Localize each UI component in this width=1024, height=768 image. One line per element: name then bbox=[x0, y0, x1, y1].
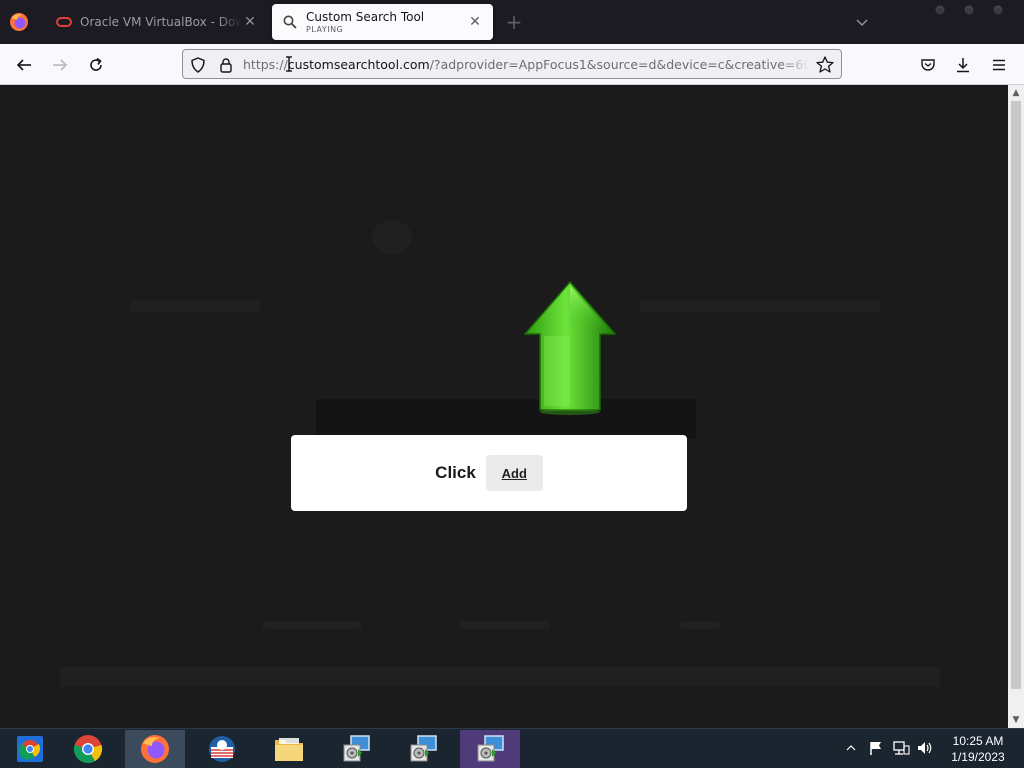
taskbar-chrome-icon[interactable] bbox=[0, 730, 60, 768]
back-button[interactable] bbox=[12, 53, 36, 77]
url-scheme: https:// bbox=[243, 57, 288, 72]
lock-icon[interactable] bbox=[217, 56, 235, 74]
background-text bbox=[130, 300, 260, 312]
url-text[interactable]: https://customsearchtool.com/?adprovider… bbox=[243, 56, 809, 74]
page-scrollbar[interactable]: ▲ ▼ bbox=[1008, 85, 1024, 728]
tracking-protection-shield-icon[interactable] bbox=[189, 56, 207, 74]
tab-title: Custom Search Tool bbox=[306, 10, 425, 24]
forward-arrow-icon bbox=[53, 59, 68, 71]
system-clock[interactable]: 10:25 AM 1/19/2023 bbox=[940, 733, 1016, 765]
tab-virtualbox[interactable]: Oracle VM VirtualBox - Downloads ✕ bbox=[46, 4, 268, 40]
scrollbar-thumb[interactable] bbox=[1011, 101, 1021, 689]
firefox-icon[interactable] bbox=[8, 11, 30, 33]
background-footer-text bbox=[60, 667, 940, 687]
downloads-button[interactable] bbox=[951, 53, 975, 77]
taskbar-outlook-icon[interactable] bbox=[192, 730, 252, 768]
pocket-icon bbox=[921, 59, 935, 71]
tab-custom-search-tool[interactable]: Custom Search Tool PLAYING ✕ bbox=[272, 4, 493, 40]
background-text bbox=[640, 300, 880, 312]
taskbar-installer-icon[interactable] bbox=[326, 730, 386, 768]
tab-strip: Oracle VM VirtualBox - Downloads ✕ Custo… bbox=[0, 0, 1024, 44]
background-logo bbox=[372, 220, 412, 254]
volume-icon[interactable] bbox=[914, 739, 936, 757]
windows-taskbar: 10:25 AM 1/19/2023 bbox=[0, 728, 1024, 768]
close-tab-icon[interactable]: ✕ bbox=[467, 14, 483, 30]
close-tab-icon[interactable]: ✕ bbox=[242, 14, 258, 30]
app-menu-button[interactable] bbox=[987, 53, 1011, 77]
forward-button[interactable] bbox=[48, 53, 72, 77]
back-arrow-icon bbox=[16, 59, 31, 71]
reload-button[interactable] bbox=[84, 53, 108, 77]
minimize-button[interactable] bbox=[935, 5, 945, 15]
reload-icon bbox=[90, 57, 102, 71]
chevron-down-icon[interactable] bbox=[852, 12, 872, 32]
show-hidden-icons-chevron-icon[interactable] bbox=[844, 739, 858, 757]
background-text bbox=[460, 621, 550, 629]
background-text bbox=[680, 621, 720, 629]
background-search-box bbox=[316, 399, 696, 439]
oracle-icon bbox=[56, 14, 72, 30]
green-up-arrow-icon bbox=[518, 280, 622, 420]
url-path: /?adprovider=AppFocus1&source=d&device=c… bbox=[429, 57, 809, 72]
address-bar[interactable]: https://customsearchtool.com/?adprovider… bbox=[182, 49, 842, 79]
new-tab-button[interactable]: + bbox=[504, 12, 524, 32]
pocket-button[interactable] bbox=[916, 53, 940, 77]
text-cursor-icon bbox=[285, 55, 293, 73]
scroll-down-icon[interactable]: ▼ bbox=[1008, 712, 1024, 728]
page-content-overlay: Click Add bbox=[0, 85, 1008, 728]
search-icon bbox=[282, 14, 298, 30]
maximize-button[interactable] bbox=[964, 5, 974, 15]
tab-audio-status: PLAYING bbox=[306, 25, 344, 34]
background-text bbox=[262, 621, 362, 629]
scroll-up-icon[interactable]: ▲ bbox=[1008, 85, 1024, 101]
network-icon[interactable] bbox=[890, 739, 912, 757]
taskbar-file-explorer-icon[interactable] bbox=[259, 730, 319, 768]
clock-date: 1/19/2023 bbox=[951, 750, 1005, 764]
close-window-button[interactable] bbox=[993, 5, 1003, 15]
hamburger-menu-icon bbox=[993, 59, 1005, 71]
taskbar-chrome-icon[interactable] bbox=[58, 730, 118, 768]
add-button[interactable]: Add bbox=[485, 455, 543, 491]
taskbar-firefox-icon[interactable] bbox=[125, 730, 185, 768]
navigation-toolbar: https://customsearchtool.com/?adprovider… bbox=[0, 44, 1024, 85]
tab-title: Oracle VM VirtualBox - Downloads bbox=[80, 15, 242, 29]
add-extension-prompt: Click Add bbox=[291, 435, 687, 511]
taskbar-installer-icon[interactable] bbox=[460, 730, 520, 768]
url-host: customsearchtool.com bbox=[287, 57, 430, 72]
taskbar-installer-icon[interactable] bbox=[393, 730, 453, 768]
prompt-label: Click bbox=[435, 463, 476, 482]
bookmark-star-icon[interactable] bbox=[815, 55, 835, 75]
clock-time: 10:25 AM bbox=[952, 734, 1004, 748]
action-center-flag-icon[interactable] bbox=[866, 739, 886, 757]
download-icon bbox=[957, 58, 969, 73]
